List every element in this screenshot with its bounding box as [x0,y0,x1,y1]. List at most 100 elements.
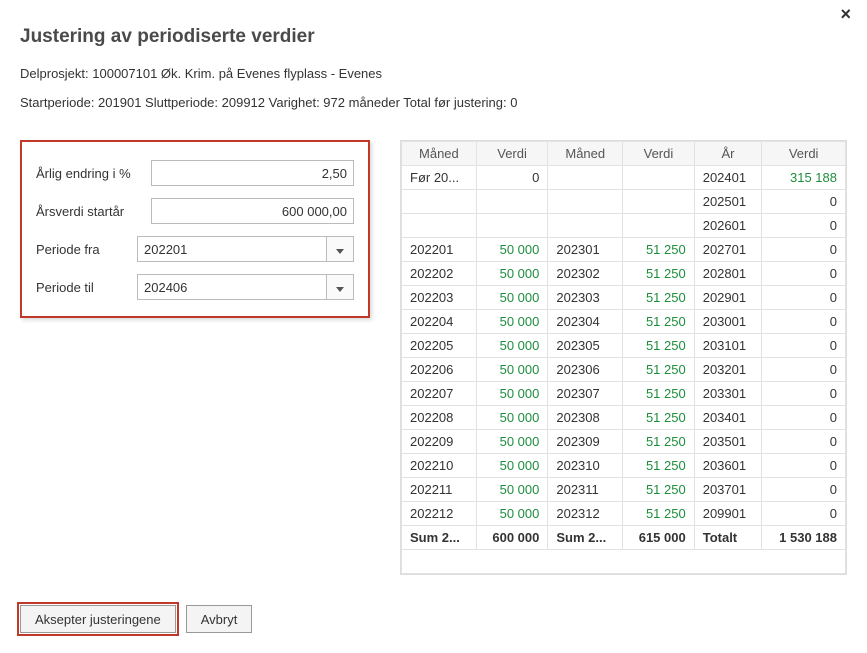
table-cell: 202207 [402,382,477,406]
table-cell [548,166,623,190]
table-cell: 203401 [694,406,762,430]
table-cell: 50 000 [476,310,548,334]
table-cell: 50 000 [476,502,548,526]
table-cell: 0 [762,214,846,238]
table-cell: 0 [762,190,846,214]
table-cell: 202301 [548,238,623,262]
table-cell: 51 250 [623,502,695,526]
table-cell [623,214,695,238]
annual-change-input[interactable] [151,160,354,186]
table-cell: 51 250 [623,358,695,382]
table-cell: 202308 [548,406,623,430]
subproject-line: Delprosjekt: 100007101 Øk. Krim. på Even… [20,66,847,81]
table-row: 20220650 00020230651 2502032010 [402,358,846,382]
table-cell: 202501 [694,190,762,214]
table-cell: 202401 [694,166,762,190]
table-cell: 202211 [402,478,477,502]
accept-button[interactable]: Aksepter justeringene [20,605,176,633]
table-cell [548,190,623,214]
table-cell: 203201 [694,358,762,382]
table-cell: Sum 2... [548,526,623,550]
table-cell: 51 250 [623,286,695,310]
column-header: Verdi [762,142,846,166]
table-cell: 203701 [694,478,762,502]
table-cell: 0 [476,166,548,190]
period-from-input[interactable] [137,236,326,262]
period-line: Startperiode: 201901 Sluttperiode: 20991… [20,95,847,110]
table-cell: 50 000 [476,334,548,358]
table-row: 2025010 [402,190,846,214]
table-cell [402,214,477,238]
chevron-down-icon [336,242,344,257]
cancel-button[interactable]: Avbryt [186,605,253,633]
table-cell: 0 [762,406,846,430]
table-cell: 0 [762,262,846,286]
start-value-label: Årsverdi startår [36,204,151,219]
table-cell: 202303 [548,286,623,310]
table-cell: 202307 [548,382,623,406]
table-cell: 0 [762,502,846,526]
table-row: 2026010 [402,214,846,238]
table-cell: 50 000 [476,358,548,382]
table-cell: 51 250 [623,454,695,478]
table-cell: 51 250 [623,310,695,334]
column-header: Måned [402,142,477,166]
table-cell [548,214,623,238]
table-cell: 202801 [694,262,762,286]
table-row: 20220250 00020230251 2502028010 [402,262,846,286]
table-row: 20220150 00020230151 2502027010 [402,238,846,262]
table-cell: 202305 [548,334,623,358]
table-cell: 202601 [694,214,762,238]
chevron-down-icon [336,280,344,295]
table-cell: 50 000 [476,478,548,502]
table-cell: 50 000 [476,286,548,310]
close-icon[interactable]: × [840,4,851,25]
table-cell [623,166,695,190]
table-cell: Sum 2... [402,526,477,550]
table-cell: 202204 [402,310,477,334]
table-cell: 1 530 188 [762,526,846,550]
table-cell: 51 250 [623,430,695,454]
table-cell: 203301 [694,382,762,406]
table-cell: 50 000 [476,406,548,430]
table-cell: 202206 [402,358,477,382]
table-cell: 51 250 [623,478,695,502]
table-row: 20220350 00020230351 2502029010 [402,286,846,310]
table-cell: 0 [762,430,846,454]
period-to-label: Periode til [36,280,137,295]
table-cell: 202302 [548,262,623,286]
table-cell: 50 000 [476,454,548,478]
period-from-dropdown-button[interactable] [326,236,354,262]
table-row: 20220750 00020230751 2502033010 [402,382,846,406]
table-cell: Totalt [694,526,762,550]
table-cell: 202311 [548,478,623,502]
table-row: 20221250 00020231251 2502099010 [402,502,846,526]
table-cell: 202203 [402,286,477,310]
table-cell [402,550,846,574]
table-row: 20221150 00020231151 2502037010 [402,478,846,502]
table-cell: 202212 [402,502,477,526]
table-cell: 50 000 [476,382,548,406]
start-value-input[interactable] [151,198,354,224]
table-cell: 202210 [402,454,477,478]
table-cell: 51 250 [623,334,695,358]
table-cell [623,190,695,214]
annual-change-label: Årlig endring i % [36,166,151,181]
table-cell: 202901 [694,286,762,310]
table-cell: 50 000 [476,262,548,286]
table-cell: 315 188 [762,166,846,190]
table-row: 20220450 00020230451 2502030010 [402,310,846,334]
table-cell: 0 [762,286,846,310]
table-cell: 202306 [548,358,623,382]
period-to-input[interactable] [137,274,326,300]
table-cell: 202304 [548,310,623,334]
table-cell: 202312 [548,502,623,526]
table-cell: 202202 [402,262,477,286]
table-row: 20220850 00020230851 2502034010 [402,406,846,430]
table-cell: 50 000 [476,238,548,262]
period-to-dropdown-button[interactable] [326,274,354,300]
table-cell: 51 250 [623,382,695,406]
values-table: MånedVerdiMånedVerdiÅrVerdi Før 20...020… [400,140,847,575]
table-cell: 209901 [694,502,762,526]
table-cell: 202209 [402,430,477,454]
